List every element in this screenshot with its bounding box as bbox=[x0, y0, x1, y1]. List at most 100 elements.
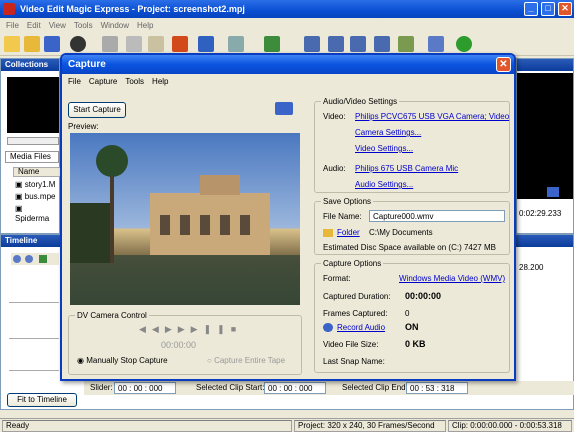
menu-bar: File Edit View Tools Window Help bbox=[0, 18, 574, 32]
dv-timecode: 00:00:00 bbox=[161, 340, 197, 350]
capture-tape-radio[interactable]: ○ Capture Entire Tape bbox=[207, 356, 285, 365]
capture-dialog-title: Capture bbox=[62, 55, 514, 74]
clip-start-value[interactable]: 00 : 00 : 000 bbox=[264, 382, 326, 394]
track-2[interactable] bbox=[9, 319, 59, 339]
format-link[interactable]: Windows Media Video (WMV) bbox=[399, 274, 505, 283]
preview-scene bbox=[70, 145, 300, 305]
play-icon[interactable]: ▶ bbox=[165, 324, 178, 334]
frames-label: Frames Captured: bbox=[323, 309, 388, 318]
preview-slider[interactable] bbox=[7, 137, 59, 145]
undo-icon[interactable] bbox=[198, 36, 214, 52]
align-icon[interactable] bbox=[374, 36, 390, 52]
menu-edit[interactable]: Edit bbox=[23, 21, 45, 30]
time-readout: 0:02:29.233 bbox=[519, 209, 562, 218]
fit-to-timeline-button[interactable]: Fit to Timeline bbox=[7, 393, 77, 407]
clip-end-label: Selected Clip End: bbox=[342, 383, 408, 392]
folder-link[interactable]: Folder bbox=[337, 228, 360, 237]
status-project: Project: 320 x 240, 30 Frames/Second bbox=[294, 420, 446, 432]
track-1[interactable] bbox=[9, 283, 59, 303]
menu-tools[interactable]: Tools bbox=[70, 21, 97, 30]
help-icon[interactable] bbox=[456, 36, 472, 52]
maximize-button[interactable]: □ bbox=[541, 2, 555, 16]
delete-icon[interactable] bbox=[172, 36, 188, 52]
filter-icon[interactable] bbox=[39, 255, 47, 263]
ruler-mark: 28.200 bbox=[519, 263, 544, 272]
record-audio-state: ON bbox=[405, 322, 419, 332]
file-size-label: Video File Size: bbox=[323, 340, 379, 349]
file-name-label: File Name: bbox=[323, 212, 362, 221]
status-bar: Ready Project: 320 x 240, 30 Frames/Seco… bbox=[0, 418, 574, 432]
last-snap-label: Last Snap Name: bbox=[323, 357, 385, 366]
properties-icon[interactable] bbox=[428, 36, 444, 52]
trim-icon[interactable] bbox=[328, 36, 344, 52]
slider-value[interactable]: 00 : 00 : 000 bbox=[114, 382, 176, 394]
media-files-tab[interactable]: Media Files bbox=[5, 151, 59, 163]
record-audio-icon[interactable] bbox=[323, 323, 333, 332]
add-to-timeline-icon[interactable] bbox=[264, 36, 280, 52]
fast-forward-icon[interactable]: ▶▶ bbox=[178, 324, 204, 334]
file-name: story1.M bbox=[24, 180, 56, 189]
status-clip: Clip: 0:00:00.000 - 0:00:53.318 bbox=[448, 420, 572, 432]
file-name-input[interactable]: Capture000.wmv bbox=[369, 210, 505, 222]
minimize-button[interactable]: _ bbox=[524, 2, 538, 16]
save-icon[interactable] bbox=[44, 36, 60, 52]
camera-settings-link[interactable]: Camera Settings... bbox=[355, 128, 421, 137]
app-icon bbox=[3, 3, 15, 15]
folder-icon[interactable] bbox=[323, 229, 333, 237]
clip-start-label: Selected Clip Start: bbox=[196, 383, 265, 392]
dialog-menu-capture[interactable]: Capture bbox=[85, 77, 121, 86]
video-device-link[interactable]: Philips PCVC675 USB VGA Camera; Video bbox=[355, 112, 509, 121]
clip-end-value[interactable]: 00 : 53 : 318 bbox=[406, 382, 468, 394]
group-icon[interactable] bbox=[350, 36, 366, 52]
start-capture-button[interactable]: Start Capture bbox=[68, 102, 126, 118]
split-icon[interactable] bbox=[304, 36, 320, 52]
redo-icon[interactable] bbox=[228, 36, 244, 52]
frames-value: 0 bbox=[405, 309, 410, 318]
video-label: Video: bbox=[323, 112, 346, 121]
video-settings-link[interactable]: Video Settings... bbox=[355, 144, 413, 153]
menu-window[interactable]: Window bbox=[97, 21, 133, 30]
collections-preview bbox=[7, 77, 59, 133]
status-ready: Ready bbox=[2, 420, 292, 432]
preview-icon[interactable] bbox=[398, 36, 414, 52]
copy-icon[interactable] bbox=[126, 36, 142, 52]
duration-value: 00:00:00 bbox=[405, 291, 442, 301]
list-item[interactable]: ▣ story1.M bbox=[15, 180, 55, 190]
file-name: Spiderma bbox=[15, 214, 50, 223]
video-preview bbox=[70, 133, 300, 305]
paste-icon[interactable] bbox=[148, 36, 164, 52]
menu-view[interactable]: View bbox=[45, 21, 70, 30]
pause-icon[interactable]: ❚❚ bbox=[204, 324, 231, 334]
capture-icon[interactable] bbox=[70, 36, 86, 52]
audio-settings-link[interactable]: Audio Settings... bbox=[355, 180, 413, 189]
open-icon[interactable] bbox=[24, 36, 40, 52]
dialog-menu-tools[interactable]: Tools bbox=[121, 77, 148, 86]
rewind-icon[interactable]: ◀◀ bbox=[139, 324, 165, 334]
export-icon[interactable] bbox=[547, 187, 559, 197]
record-audio-link[interactable]: Record Audio bbox=[337, 323, 385, 332]
stop-icon[interactable]: ■ bbox=[231, 324, 242, 334]
track-3[interactable] bbox=[9, 351, 59, 371]
camera-snapshot-icon[interactable] bbox=[275, 102, 293, 115]
cut-icon[interactable] bbox=[102, 36, 118, 52]
close-button[interactable]: ✕ bbox=[558, 2, 572, 16]
dialog-menu-help[interactable]: Help bbox=[148, 77, 172, 86]
zoom-out-icon[interactable] bbox=[25, 255, 33, 263]
list-item[interactable]: ▣ bus.mpe bbox=[15, 192, 55, 202]
audio-device-link[interactable]: Philips 675 USB Camera Mic bbox=[355, 164, 458, 173]
dialog-close-button[interactable]: ✕ bbox=[496, 57, 511, 72]
preview-label: Preview: bbox=[68, 122, 99, 131]
menu-file[interactable]: File bbox=[2, 21, 23, 30]
timeline-tools bbox=[11, 253, 59, 265]
menu-help[interactable]: Help bbox=[133, 21, 157, 30]
list-item[interactable]: ▣ Spiderma bbox=[15, 204, 59, 224]
capture-tape-label: Capture Entire Tape bbox=[214, 356, 286, 365]
dialog-menu-file[interactable]: File bbox=[64, 77, 85, 86]
capture-options-group: Capture Options Format: Windows Media Vi… bbox=[314, 259, 510, 373]
duration-label: Captured Duration: bbox=[323, 292, 391, 301]
new-icon[interactable] bbox=[4, 36, 20, 52]
manual-stop-radio[interactable]: ◉ Manually Stop Capture bbox=[77, 356, 168, 365]
disc-space-text: Estimated Disc Space available on (C:) 7… bbox=[323, 243, 496, 252]
zoom-in-icon[interactable] bbox=[13, 255, 21, 263]
name-column-header[interactable]: Name bbox=[13, 167, 61, 177]
